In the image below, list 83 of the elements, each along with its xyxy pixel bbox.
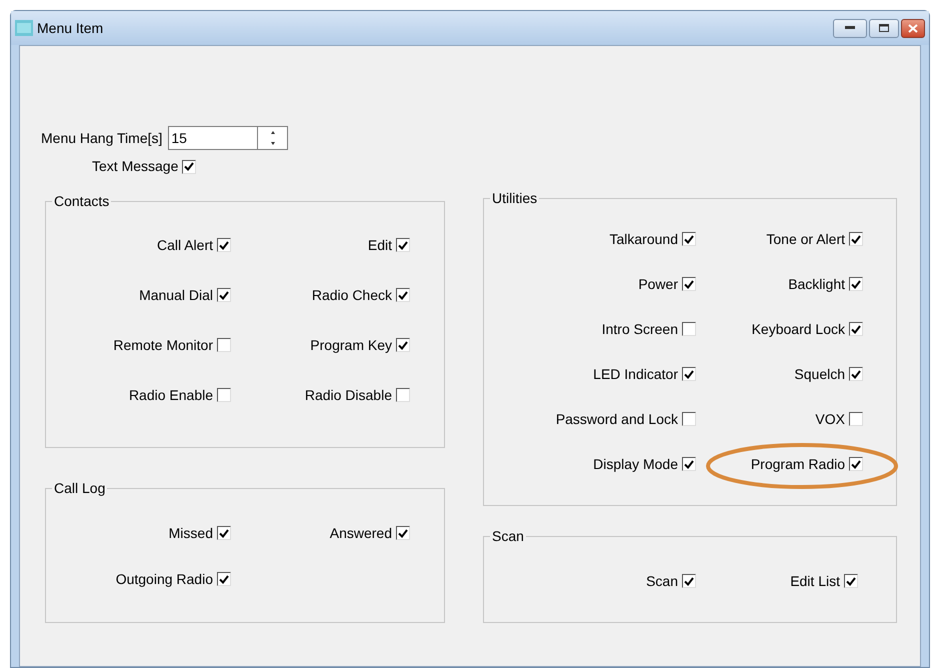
checkbox-label: Call Alert [156,236,213,254]
checkbox[interactable] [217,288,231,302]
checkbox[interactable] [217,526,231,540]
checkbox[interactable] [849,322,863,336]
checkmark-icon [684,280,694,288]
checkbox[interactable] [682,457,696,471]
checkbox-label: Radio Enable [128,386,213,404]
checkbox-label: Text Message [92,157,178,176]
checkmark-icon [684,576,694,586]
checkmark-icon [219,528,229,538]
minimize-button[interactable] [833,18,867,38]
checkbox[interactable] [682,232,696,246]
checkmark-icon [851,280,861,288]
checkmark-icon [219,290,229,300]
checkbox-label: Outgoing Radio [116,570,213,589]
checkbox-label: Power [638,274,678,294]
checkmark-icon [684,234,694,244]
checkbox[interactable] [217,338,231,352]
checkmark-icon [684,370,694,378]
checkbox-label: Program Radio [750,454,845,474]
checkbox[interactable] [844,574,858,588]
checkmark-icon [398,340,408,350]
maximize-button[interactable] [869,18,899,38]
checkbox-label: Edit [368,236,392,254]
minimize-icon [845,26,855,30]
checkmark-icon [851,234,861,244]
number-field[interactable]: 15 [168,126,258,150]
checkbox-label: Talkaround [610,230,678,248]
checkbox-label: Manual Dial [139,286,213,304]
checkbox[interactable] [396,338,410,352]
checkbox-label: VOX [815,410,845,428]
checkbox-label: Backlight [788,274,845,294]
checkmark-icon [684,460,694,468]
checkbox[interactable] [849,457,863,471]
checkbox-label: Edit List [790,572,840,590]
checkmark-icon [851,460,861,468]
checkbox[interactable] [217,572,231,586]
app-icon [15,20,33,36]
spin-buttons[interactable] [257,126,288,150]
checkbox[interactable] [849,412,863,426]
checkbox[interactable] [682,322,696,336]
checkbox-label: Radio Disable [304,386,392,404]
checkbox[interactable] [182,160,196,174]
checkbox[interactable] [682,574,696,588]
checkbox-label: Answered [330,524,392,542]
checkbox[interactable] [849,232,863,246]
checkmark-icon [398,528,408,538]
checkmark-icon [398,240,408,250]
checkbox[interactable] [849,277,863,291]
checkbox-label: Program Key [310,336,392,355]
window-title: Menu Item [37,18,104,38]
checkbox-label: Remote Monitor [113,336,213,354]
checkbox[interactable] [217,238,231,252]
maximize-icon [879,24,889,32]
checkmark-icon [846,576,856,586]
checkbox-label: Intro Screen [602,320,678,338]
checkmark-icon [398,290,408,300]
checkmark-icon [219,240,229,250]
checkbox[interactable] [396,388,410,402]
checkbox-label: Scan [646,572,678,590]
close-icon [908,24,918,32]
checkbox-label: Radio Check [312,286,392,304]
checkbox-label: Keyboard Lock [752,320,845,339]
checkbox[interactable] [217,388,231,402]
checkbox-label: Missed [168,524,213,542]
checkmark-icon [851,370,861,378]
checkbox[interactable] [849,367,863,381]
checkbox[interactable] [682,367,696,381]
checkbox[interactable] [396,238,410,252]
checkbox[interactable] [682,277,696,291]
checkbox-label: Display Mode [593,454,678,474]
checkmark-icon [219,574,229,584]
checkbox[interactable] [396,526,410,540]
checkbox-label: Squelch [794,364,845,384]
checkbox[interactable] [682,412,696,426]
checkbox-label: Tone or Alert [766,230,845,248]
checkbox[interactable] [396,288,410,302]
field-label: Menu Hang Time[s] [41,128,162,148]
checkmark-icon [184,162,194,171]
checkmark-icon [851,324,861,334]
close-button[interactable] [901,18,925,38]
checkbox-label: LED Indicator [593,364,678,384]
checkbox-label: Password and Lock [556,410,678,428]
